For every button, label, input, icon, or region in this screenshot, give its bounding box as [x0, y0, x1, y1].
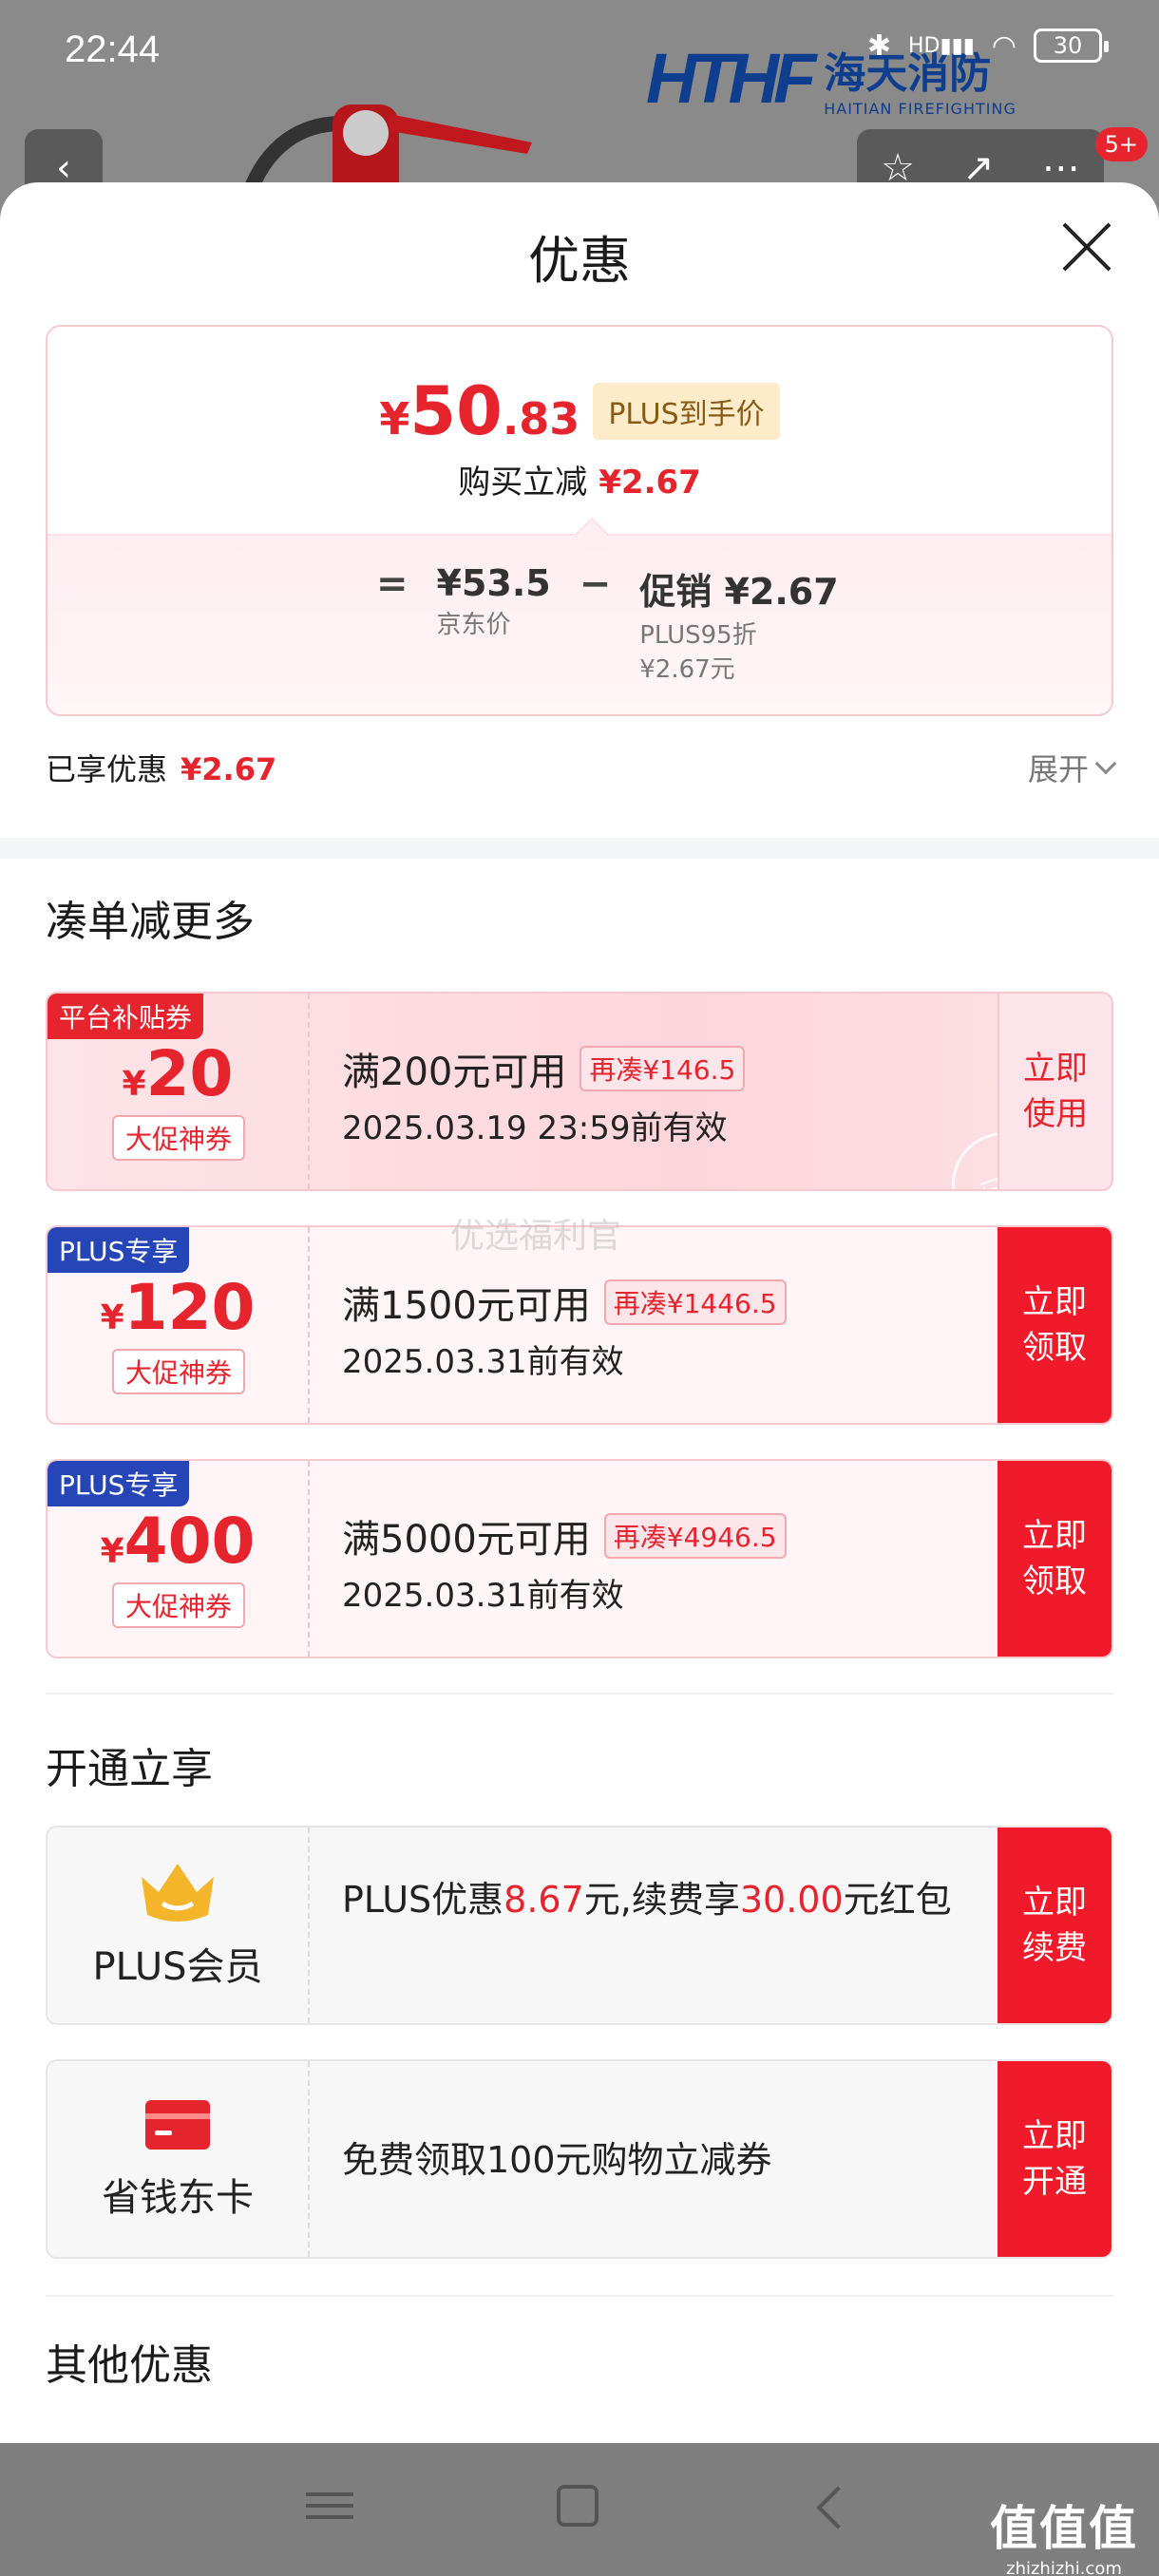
coupon-validity: 2025.03.31前有效: [342, 1577, 624, 1615]
crown-icon: [142, 1864, 214, 1922]
coupon-amount: ¥120: [100, 1271, 256, 1344]
watermark: 优选福利官: [450, 1217, 622, 1256]
message-badge: 5+: [1094, 127, 1148, 161]
coupon-tag: PLUS专享: [48, 1461, 190, 1506]
promo-label: 大促神券: [112, 1349, 245, 1394]
jd-price: ¥53.5: [436, 562, 551, 604]
site-watermark: 值值值 zhizhizhi.com: [990, 2501, 1138, 2576]
battery-icon: 30: [1034, 28, 1109, 63]
saving-card-name: 省钱东卡: [102, 2176, 254, 2220]
coupon-validity: 2025.03.31前有效: [342, 1343, 624, 1381]
system-nav-bar: 值值值 zhizhizhi.com: [0, 2443, 1159, 2576]
promo-label: 大促神券: [112, 1582, 245, 1628]
claim-coupon-button[interactable]: 立即领取: [998, 1227, 1112, 1423]
chevron-down-icon: [1094, 752, 1117, 775]
coupon-condition: 满5000元可用 再凑¥4946.5: [342, 1508, 787, 1563]
activate-button[interactable]: 立即开通: [998, 2061, 1112, 2257]
card-icon: [145, 2100, 210, 2150]
section-title-more: 凑单减更多: [46, 898, 255, 946]
back-nav-icon[interactable]: [816, 2486, 860, 2529]
wifi-icon: ◠: [991, 28, 1016, 63]
coupon-amount: ¥400: [100, 1505, 256, 1578]
signal-icon: HD▮▮▮: [908, 33, 975, 58]
sheet-header: 优惠: [0, 182, 1159, 325]
saving-card: 省钱东卡 免费领取100元购物立减券 立即开通: [46, 2059, 1113, 2259]
coupon-tag: 平台补贴券: [48, 994, 204, 1039]
plus-price-tag: PLUS到手价: [593, 383, 780, 440]
saved-row: 已享优惠 ¥2.67 展开: [46, 741, 1117, 794]
home-icon[interactable]: [557, 2485, 598, 2527]
instant-discount: 购买立减 ¥2.67: [458, 464, 701, 502]
renew-button[interactable]: 立即续费: [998, 1828, 1112, 2023]
sheet-title: 优惠: [528, 231, 631, 291]
coupon-condition: 满1500元可用 再凑¥1446.5: [342, 1275, 787, 1330]
promo-note-2: ¥2.67元: [639, 655, 735, 684]
final-price: ¥ 50 .83 PLUS到手价: [48, 372, 1112, 450]
status-time: 22:44: [65, 28, 161, 70]
plus-member-card: PLUS会员 PLUS优惠8.67元,续费享30.00元红包 立即续费: [46, 1826, 1113, 2025]
status-bar: 22:44 ✱ HD▮▮▮ ◠ 30: [0, 0, 1159, 104]
promo-note: PLUS95折: [639, 621, 757, 650]
discount-sheet: 优惠 ¥ 50 .83 PLUS到手价 购买立减 ¥2.67 = ¥53.5 京东…: [0, 182, 1159, 2443]
plus-member-desc: PLUS优惠8.67元,续费享30.00元红包: [342, 1879, 952, 1921]
saved-discount: 已享优惠 ¥2.67: [46, 751, 277, 787]
coupon-tag: PLUS专享: [48, 1227, 190, 1273]
coupon-condition: 满200元可用 再凑¥146.5: [342, 1041, 746, 1096]
price-card: ¥ 50 .83 PLUS到手价 购买立减 ¥2.67 = ¥53.5 京东价 −…: [46, 325, 1113, 716]
close-icon[interactable]: [1060, 220, 1113, 274]
jd-price-label: 京东价: [436, 611, 511, 639]
plus-member-name: PLUS会员: [92, 1945, 263, 1989]
promo-label: 大促神券: [112, 1115, 245, 1161]
bluetooth-icon: ✱: [866, 28, 891, 63]
saving-card-desc: 免费领取100元购物立减券: [342, 2139, 772, 2181]
price-calculation: = ¥53.5 京东价 − 促销 ¥2.67 PLUS95折 ¥2.67元: [376, 562, 839, 687]
promo-amount: 促销 ¥2.67: [639, 571, 839, 613]
claim-coupon-button[interactable]: 立即领取: [998, 1461, 1112, 1657]
coupon-card: 平台补贴券 ¥20 大促神券 满200元可用 再凑¥146.5 2025.03.1…: [46, 992, 1113, 1191]
coupon-card: PLUS专享 ¥400 大促神券 满5000元可用 再凑¥4946.5 2025.…: [46, 1459, 1113, 1658]
coupon-amount: ¥20: [122, 1037, 234, 1110]
use-coupon-button[interactable]: 立即使用: [998, 994, 1112, 1189]
section-title-open: 开通立享: [46, 1745, 213, 1793]
coupon-validity: 2025.03.19 23:59前有效: [342, 1109, 728, 1147]
section-title-other: 其他优惠: [46, 2341, 213, 2390]
expand-button[interactable]: 展开: [1028, 746, 1117, 789]
menu-icon[interactable]: [306, 2485, 353, 2532]
